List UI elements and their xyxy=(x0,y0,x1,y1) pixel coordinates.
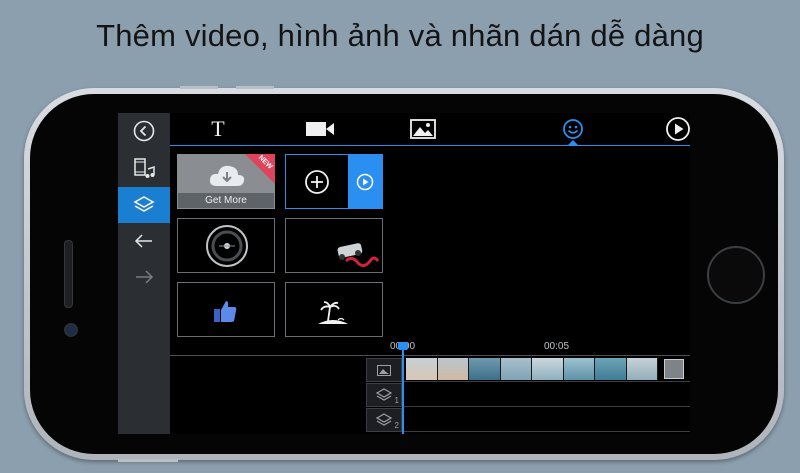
image-icon xyxy=(410,119,436,139)
sticker-circle[interactable] xyxy=(177,218,275,273)
clip-frame xyxy=(532,358,564,380)
sticker-thumbs-up[interactable] xyxy=(177,282,275,337)
speaker-grille xyxy=(64,240,73,308)
clip-frame xyxy=(626,358,658,380)
track-number: 1 xyxy=(394,396,399,405)
circle-sticker-icon xyxy=(206,225,248,267)
play-circle-icon xyxy=(666,117,690,141)
thumbs-up-sticker-icon xyxy=(214,301,237,322)
layer-track-icon xyxy=(376,388,392,401)
time-label-5s: 00:05 xyxy=(544,341,570,352)
back-circle-icon xyxy=(133,120,155,142)
back-button[interactable] xyxy=(118,113,170,149)
clip-frame xyxy=(595,358,627,380)
layers-icon xyxy=(133,196,155,212)
track-number: 2 xyxy=(394,421,399,430)
home-button[interactable] xyxy=(707,246,765,304)
media-clip-button[interactable] xyxy=(118,151,170,187)
tab-text[interactable]: T xyxy=(198,113,238,145)
sidebar xyxy=(118,113,170,434)
island-sticker-icon xyxy=(318,301,348,324)
playhead-handle[interactable] xyxy=(398,342,408,350)
layer-track-icon xyxy=(376,413,392,426)
layer-track-1-header[interactable]: 1 xyxy=(366,383,402,407)
clip-frame xyxy=(406,358,438,380)
volume-button xyxy=(236,86,274,89)
add-sticker-play-button[interactable] xyxy=(348,155,382,208)
clip-frame xyxy=(563,358,595,380)
tab-preview[interactable] xyxy=(658,113,690,145)
app-screen: T NEW Get More 00:05 1 2 xyxy=(118,113,690,434)
get-more-tile[interactable]: NEW Get More xyxy=(177,154,275,209)
timeline-ruler[interactable]: 00:00 00:05 xyxy=(170,341,690,356)
add-sticker-tile[interactable] xyxy=(285,154,383,209)
tab-image[interactable] xyxy=(403,113,443,145)
clip-frame xyxy=(469,358,501,380)
clip-frame xyxy=(500,358,532,380)
sticker-island[interactable] xyxy=(285,282,383,337)
car-sticker-icon xyxy=(337,243,380,268)
camera-lens xyxy=(64,323,78,337)
tab-bar: T xyxy=(170,113,690,146)
text-icon: T xyxy=(211,116,225,141)
image-track-icon xyxy=(377,364,391,376)
redo-icon xyxy=(136,270,154,284)
tab-video[interactable] xyxy=(300,113,340,145)
cloud-download-icon xyxy=(209,165,245,186)
get-more-label: Get More xyxy=(178,193,274,208)
clip-end-icon xyxy=(664,359,684,379)
image-track-header[interactable] xyxy=(366,358,402,382)
clip-frame xyxy=(437,358,469,380)
playhead[interactable] xyxy=(402,345,404,434)
add-circle-icon xyxy=(305,170,329,194)
undo-button[interactable] xyxy=(118,223,170,259)
layers-button[interactable] xyxy=(118,187,170,223)
play-circle-icon xyxy=(356,173,374,190)
redo-button[interactable] xyxy=(118,259,170,295)
sticker-car[interactable] xyxy=(285,218,383,273)
video-clip-strip[interactable] xyxy=(406,358,658,380)
active-tab-indicator xyxy=(568,140,578,145)
undo-icon xyxy=(134,234,152,248)
sticker-smiley-icon xyxy=(563,119,583,139)
layer-track-1[interactable] xyxy=(402,383,690,407)
layer-track-2-header[interactable]: 2 xyxy=(366,408,402,432)
layer-track-2[interactable] xyxy=(402,408,690,432)
headline: Thêm video, hình ảnh và nhãn dán dễ dàng xyxy=(96,18,704,53)
video-camera-icon xyxy=(306,122,334,136)
power-button xyxy=(118,459,178,462)
volume-button xyxy=(180,86,218,89)
media-clip-icon xyxy=(134,158,155,178)
